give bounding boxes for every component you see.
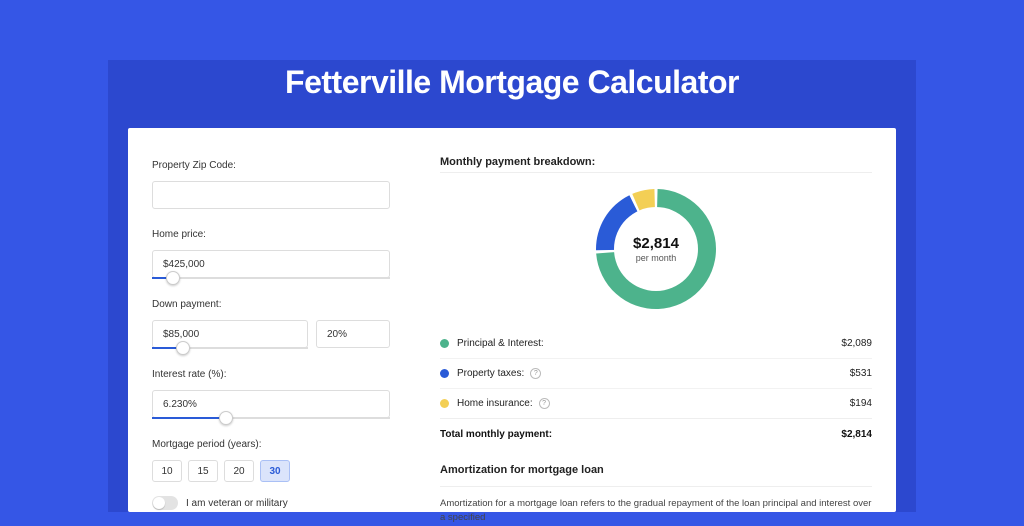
amort-title: Amortization for mortgage loan: [440, 464, 872, 476]
period-label: Mortgage period (years):: [152, 439, 408, 450]
legend-value: $2,089: [841, 338, 872, 349]
donut-amount: $2,814: [633, 235, 679, 252]
legend-dot: [440, 369, 449, 378]
donut-sub: per month: [636, 253, 677, 263]
slider-thumb[interactable]: [219, 411, 233, 425]
rate-input[interactable]: [152, 390, 390, 418]
info-icon[interactable]: ?: [530, 368, 541, 379]
donut-chart: $2,814 per month: [592, 185, 720, 313]
legend: Principal & Interest: $2,089 Property taxe…: [440, 329, 872, 418]
rate-group: Interest rate (%):: [152, 369, 408, 419]
amort-body: Amortization for a mortgage loan refers …: [440, 497, 872, 526]
divider: [440, 486, 872, 487]
period-option-15[interactable]: 15: [188, 460, 218, 482]
period-group: Mortgage period (years): 10 15 20 30: [152, 439, 408, 482]
price-group: Home price:: [152, 229, 408, 279]
slider-thumb[interactable]: [176, 341, 190, 355]
legend-row: Home insurance:? $194: [440, 388, 872, 418]
zip-input[interactable]: [152, 181, 390, 209]
price-slider[interactable]: [152, 277, 390, 279]
total-label: Total monthly payment:: [440, 429, 552, 440]
period-option-30[interactable]: 30: [260, 460, 290, 482]
total-row: Total monthly payment: $2,814: [440, 418, 872, 450]
legend-value: $531: [850, 368, 872, 379]
down-group: Down payment:: [152, 299, 408, 349]
total-value: $2,814: [841, 429, 872, 440]
period-option-10[interactable]: 10: [152, 460, 182, 482]
rate-slider[interactable]: [152, 417, 390, 419]
price-label: Home price:: [152, 229, 408, 240]
breakdown-column: Monthly payment breakdown: $2,814 per mo…: [408, 128, 896, 512]
donut-center: $2,814 per month: [614, 207, 698, 291]
period-option-20[interactable]: 20: [224, 460, 254, 482]
info-icon[interactable]: ?: [539, 398, 550, 409]
legend-label: Principal & Interest:: [457, 338, 544, 349]
price-input[interactable]: [152, 250, 390, 278]
donut-wrap: $2,814 per month: [440, 173, 872, 329]
zip-group: Property Zip Code:: [152, 160, 408, 209]
legend-dot: [440, 399, 449, 408]
down-label: Down payment:: [152, 299, 408, 310]
calculator-card: Property Zip Code: Home price: Down paym…: [128, 128, 896, 512]
page-title: Fetterville Mortgage Calculator: [0, 64, 1024, 101]
legend-dot: [440, 339, 449, 348]
toggle-knob: [153, 497, 165, 509]
veteran-label: I am veteran or military: [186, 498, 288, 509]
down-percent-input[interactable]: [316, 320, 390, 348]
veteran-toggle[interactable]: [152, 496, 178, 510]
breakdown-title: Monthly payment breakdown:: [440, 156, 872, 168]
slider-thumb[interactable]: [166, 271, 180, 285]
legend-row: Property taxes:? $531: [440, 358, 872, 388]
zip-label: Property Zip Code:: [152, 160, 408, 171]
down-amount-input[interactable]: [152, 320, 308, 348]
legend-value: $194: [850, 398, 872, 409]
legend-row: Principal & Interest: $2,089: [440, 329, 872, 358]
rate-label: Interest rate (%):: [152, 369, 408, 380]
inputs-column: Property Zip Code: Home price: Down paym…: [128, 128, 408, 512]
legend-label: Home insurance:: [457, 398, 533, 409]
down-slider[interactable]: [152, 347, 308, 349]
veteran-row: I am veteran or military: [152, 496, 408, 510]
legend-label: Property taxes:: [457, 368, 524, 379]
